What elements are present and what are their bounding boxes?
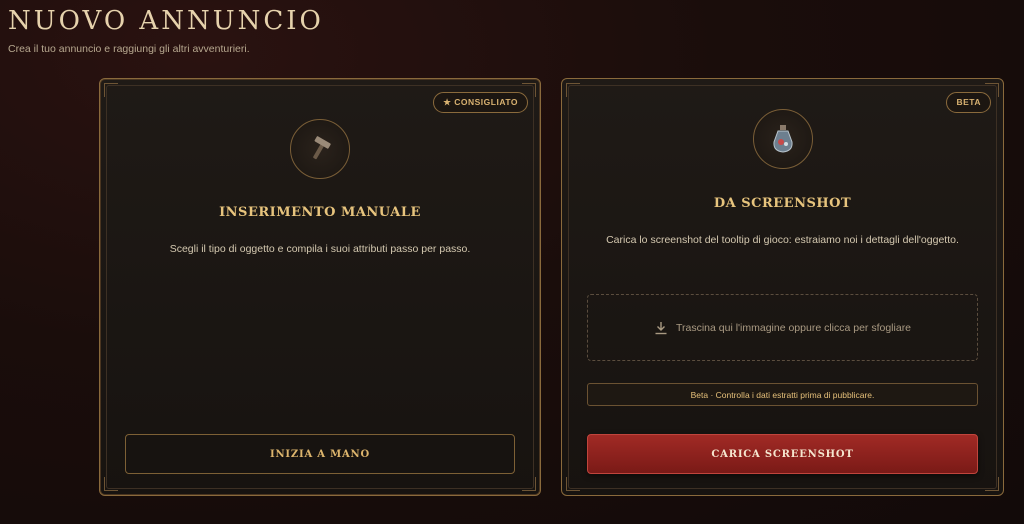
recommended-badge: ★ CONSIGLIATO bbox=[433, 92, 528, 113]
page-title: NUOVO ANNUNCIO bbox=[8, 6, 324, 36]
potion-icon bbox=[752, 109, 813, 169]
manual-card-title: INSERIMENTO MANUALE bbox=[219, 205, 421, 220]
corner-ornament bbox=[985, 477, 999, 491]
beta-badge: BETA bbox=[946, 92, 991, 113]
dropzone-label: Trascina qui l'immagine oppure clicca pe… bbox=[675, 321, 912, 334]
corner-ornament bbox=[566, 83, 580, 97]
screenshot-card-description: Carica lo screenshot del tooltip di gioc… bbox=[606, 234, 959, 246]
screenshot-card-title: DA SCREENSHOT bbox=[713, 196, 852, 211]
manual-card-description: Scegli il tipo di oggetto e compila i su… bbox=[169, 243, 471, 255]
screenshot-card: BETA DA SCREENSHOT Carica lo screenshot … bbox=[561, 78, 1004, 496]
page-subtitle: Crea il tuo annuncio e raggiungi gli alt… bbox=[8, 43, 250, 55]
corner-ornament bbox=[522, 477, 536, 491]
upload-screenshot-button[interactable]: CARICA SCREENSHOT bbox=[587, 434, 978, 474]
corner-ornament bbox=[104, 477, 118, 491]
image-dropzone[interactable]: Trascina qui l'immagine oppure clicca pe… bbox=[587, 294, 978, 361]
download-icon bbox=[655, 321, 667, 334]
manual-entry-card: ★ CONSIGLIATO INSERIMENTO MANUALE Scegli… bbox=[99, 78, 541, 496]
hammer-icon bbox=[290, 119, 350, 179]
corner-ornament bbox=[104, 83, 118, 97]
start-manual-button[interactable]: INIZIA A MANO bbox=[125, 434, 515, 474]
beta-warning-note: Beta · Controlla i dati estratti prima d… bbox=[587, 383, 978, 406]
corner-ornament bbox=[566, 477, 580, 491]
